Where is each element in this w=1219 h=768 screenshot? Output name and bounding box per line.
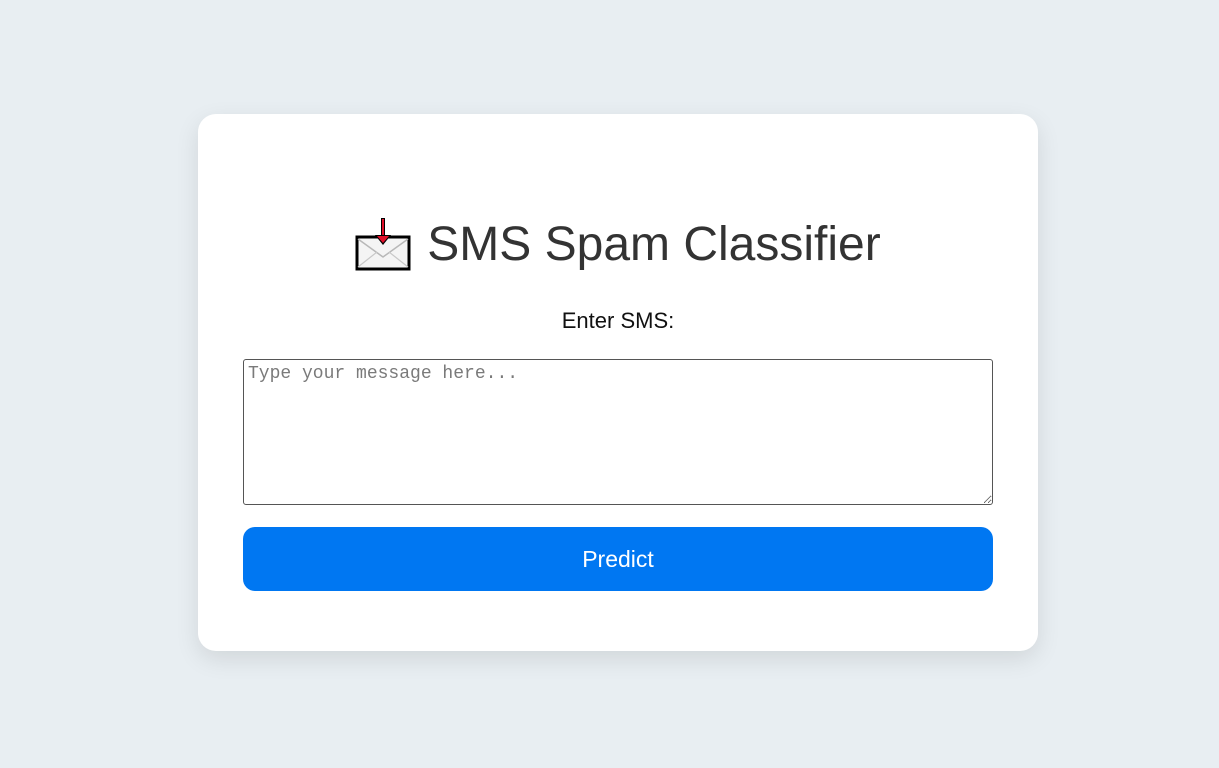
- predict-button[interactable]: Predict: [243, 527, 993, 591]
- page-title-row: SMS Spam Classifier: [198, 214, 1038, 274]
- classifier-card: SMS Spam Classifier Enter SMS: Predict: [198, 114, 1038, 651]
- envelope-with-down-arrow-icon: [355, 217, 411, 271]
- sms-input-label: Enter SMS:: [561, 308, 675, 333]
- page-title: SMS Spam Classifier: [427, 217, 881, 271]
- sms-message-input[interactable]: [243, 359, 993, 505]
